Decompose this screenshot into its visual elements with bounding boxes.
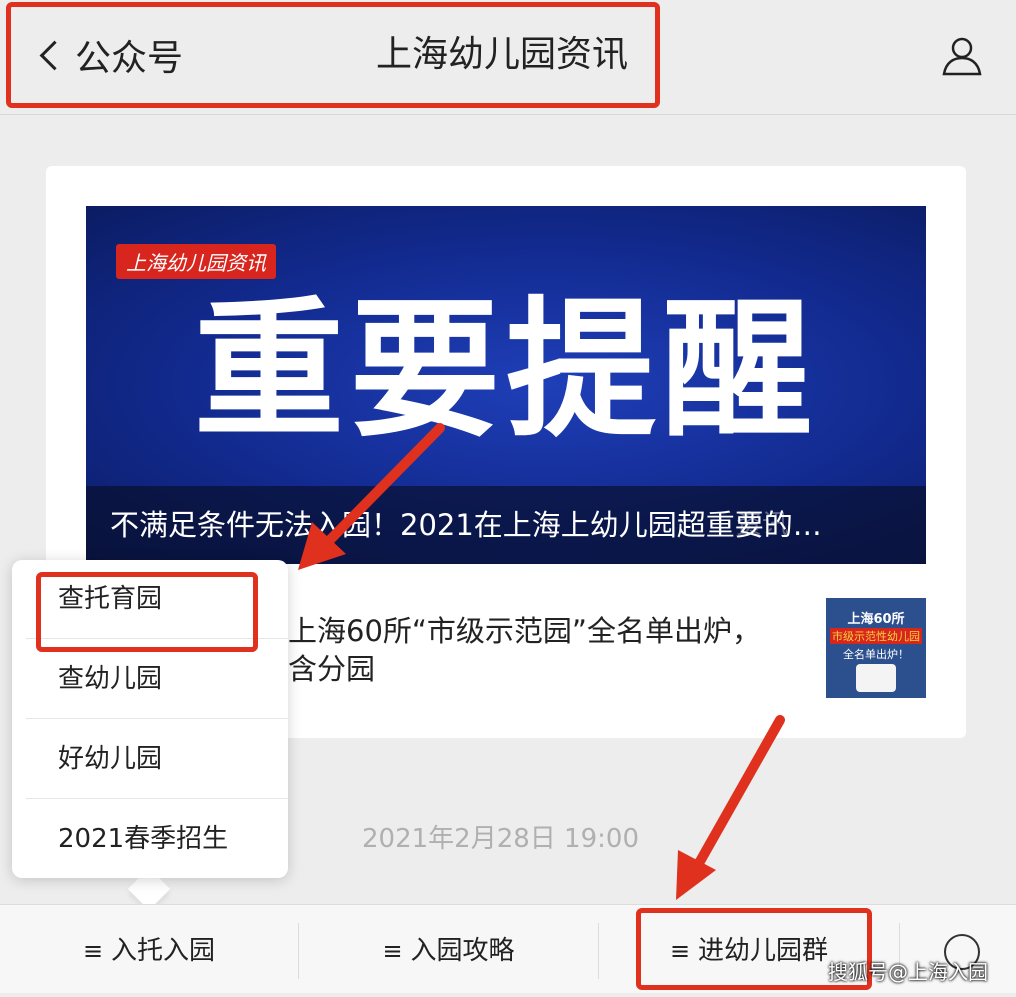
tab-label: 入园攻略 bbox=[410, 936, 515, 966]
popup-item-good-kindergarten[interactable]: 好幼儿园 bbox=[12, 720, 288, 798]
message-timestamp: 2021年2月28日 19:00 bbox=[362, 824, 639, 854]
thumb-line3: 全名单出炉！ bbox=[843, 648, 909, 661]
popup-item-spring-enrollment[interactable]: 2021春季招生 bbox=[12, 800, 288, 878]
divider bbox=[26, 798, 288, 799]
menu-icon: ≡ bbox=[382, 937, 403, 965]
tab-strategy[interactable]: ≡ 入园攻略 bbox=[299, 905, 598, 993]
thumb-line1: 上海60所 bbox=[847, 612, 905, 627]
article-thumbnail[interactable]: 上海60所 市级示范性幼儿园 全名单出炉！ bbox=[826, 598, 926, 698]
source-watermark: 搜狐号@上海入园 bbox=[828, 960, 988, 984]
tab-label: 入托入园 bbox=[111, 936, 216, 966]
arrow-to-tab bbox=[676, 715, 785, 900]
menu-icon: ≡ bbox=[82, 937, 104, 965]
highlight-box-header bbox=[6, 2, 660, 108]
banner-caption-bar: 资讯 不满足条件无法入园！2021在上海上幼儿园超重要的… bbox=[86, 486, 926, 564]
banner-tag: 上海幼儿园资讯 bbox=[116, 244, 276, 279]
banner-headline: 重要提醒 bbox=[193, 284, 818, 458]
article-title-secondary[interactable]: 上海60所“市级示范园”全名单出炉，含分园 bbox=[288, 612, 788, 688]
thumb-illustration bbox=[856, 664, 896, 692]
highlight-box-popup-item bbox=[36, 572, 258, 652]
article-banner[interactable]: 上海幼儿园资讯 重要提醒 资讯 不满足条件无法入园！2021在上海上幼儿园超重要… bbox=[86, 206, 926, 564]
thumb-line2: 市级示范性幼儿园 bbox=[830, 628, 922, 644]
person-icon[interactable] bbox=[940, 34, 984, 76]
article-title-main: 不满足条件无法入园！2021在上海上幼儿园超重要的… bbox=[110, 508, 822, 542]
tab-enrollment[interactable]: ≡ 入托入园 bbox=[0, 905, 298, 993]
divider bbox=[26, 718, 288, 719]
